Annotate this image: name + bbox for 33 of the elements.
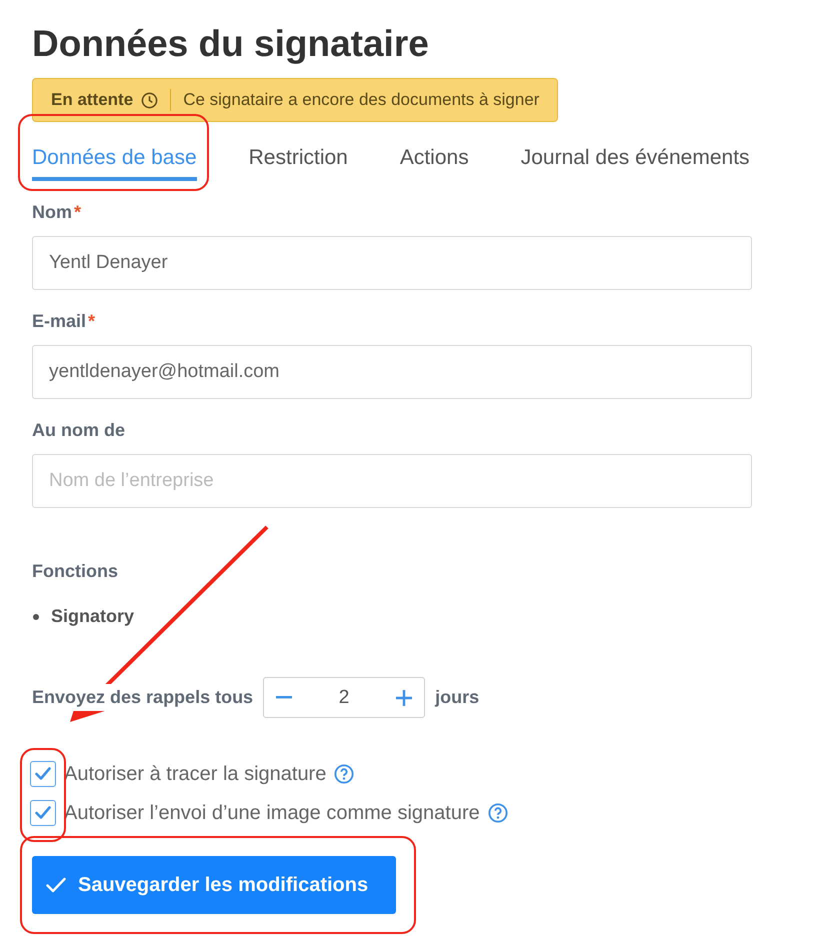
required-mark: * — [74, 202, 82, 222]
function-item: Signatory — [51, 605, 134, 628]
stepper-value: 2 — [338, 686, 350, 710]
option-label: Autoriser à tracer la signature — [64, 762, 326, 787]
section-label: Fonctions — [32, 560, 119, 584]
checkmark-icon — [46, 877, 66, 894]
label-text: Nom — [32, 202, 72, 222]
clock-icon — [141, 92, 158, 109]
help-icon[interactable] — [334, 764, 354, 784]
label-text: E-mail — [32, 311, 86, 332]
checkbox[interactable] — [30, 800, 56, 826]
reminder-label: Envoyez des rappels tous — [32, 684, 254, 712]
save-button[interactable]: Sauvegarder les modifications — [32, 856, 396, 914]
checkmark-icon — [35, 767, 51, 780]
tab[interactable]: Journal des événements — [520, 136, 750, 182]
label-text: Au nom de — [32, 420, 125, 440]
tab[interactable]: Restriction — [248, 136, 348, 182]
plus-icon[interactable] — [396, 690, 412, 706]
input-field[interactable]: Yentl Denayer — [32, 236, 752, 290]
option-label: Autoriser l’envoi d’une image comme signature — [64, 800, 480, 826]
minus-icon[interactable] — [276, 696, 292, 700]
tab[interactable]: Actions — [400, 136, 469, 182]
bullet-icon — [33, 614, 39, 620]
checkbox[interactable] — [30, 760, 56, 787]
required-mark: * — [88, 311, 96, 332]
page-title: Données du signataire — [32, 22, 430, 66]
status-label: En attente — [51, 89, 134, 112]
checkmark-icon — [35, 806, 51, 820]
input-field[interactable]: yentldenayer@hotmail.com — [32, 345, 752, 400]
number-stepper[interactable]: 2 — [263, 677, 426, 718]
input-field[interactable]: Nom de l’entreprise — [32, 454, 752, 508]
help-icon[interactable] — [488, 802, 508, 823]
status-message: Ce signataire a encore des documents à signer — [183, 89, 540, 112]
